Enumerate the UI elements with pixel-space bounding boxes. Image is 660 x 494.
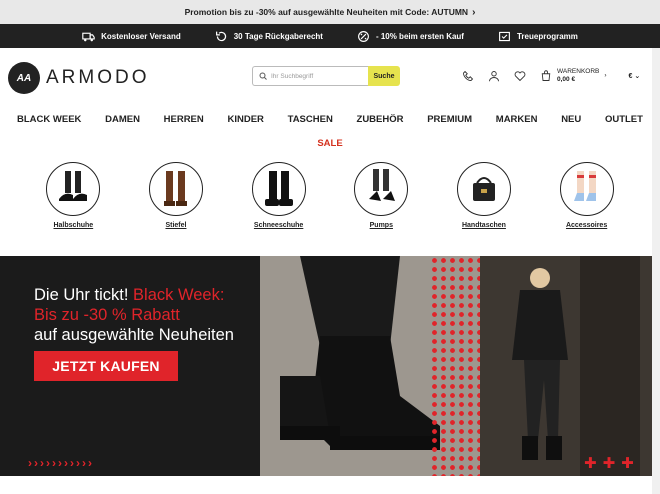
currency-selector[interactable]: € ⌄ — [629, 72, 641, 80]
category-halbschuhe[interactable]: Halbschuhe — [33, 156, 113, 236]
cart-bag-icon — [541, 70, 551, 81]
category-image[interactable] — [456, 162, 511, 216]
discount-icon — [357, 30, 369, 42]
boots-icon — [163, 171, 187, 206]
category-label[interactable]: Accessoires — [566, 222, 607, 229]
category-pumps[interactable]: Pumps — [341, 156, 421, 236]
logo[interactable]: AA ARMODO — [8, 62, 150, 94]
benefit-label: Kostenloser Versand — [101, 31, 181, 41]
category-image[interactable] — [251, 162, 306, 216]
chevron-right-icon: › — [472, 6, 476, 18]
return-icon — [215, 31, 226, 41]
loyalty-icon — [499, 31, 510, 41]
headline-white: Die Uhr tickt! — [34, 286, 134, 304]
socks-icon — [573, 171, 596, 201]
pumps-icon — [369, 169, 396, 201]
logo-mark-icon: AA — [8, 62, 40, 94]
shop-now-button[interactable]: JETZT KAUFEN — [34, 351, 178, 381]
benefits-bar: Kostenloser Versand 30 Tage Rückgaberech… — [0, 24, 660, 48]
account-icon[interactable] — [488, 70, 500, 82]
model-photo-illustration — [480, 256, 652, 476]
category-label[interactable]: Pumps — [370, 222, 393, 229]
category-image[interactable] — [46, 162, 101, 216]
nav-item-marken[interactable]: MARKEN — [496, 114, 538, 125]
cross-decoration-icon: ✚✚✚ — [584, 455, 640, 472]
phone-icon[interactable] — [462, 70, 474, 82]
search-button[interactable]: Suche — [368, 66, 400, 86]
headline-subtext: auf ausgewählte Neuheiten — [34, 326, 234, 344]
hero-banner[interactable]: Die Uhr tickt! Black Week: Bis zu -30 % … — [0, 256, 652, 476]
nav-item-damen[interactable]: DAMEN — [105, 114, 140, 125]
category-image[interactable] — [148, 162, 203, 216]
benefit-shipping: Kostenloser Versand — [82, 30, 181, 43]
nav-item-neu[interactable]: NEU — [561, 114, 581, 125]
banner-photo-model — [480, 256, 652, 476]
category-handtaschen[interactable]: Handtaschen — [444, 156, 524, 236]
promo-bar[interactable]: Promotion bis zu -30% auf ausgewählte Ne… — [0, 0, 660, 24]
category-label[interactable]: Handtaschen — [462, 222, 506, 229]
search-icon — [259, 72, 267, 80]
category-label[interactable]: Halbschuhe — [53, 222, 93, 229]
nav-item-sale[interactable]: SALE — [0, 130, 660, 156]
nav-item-black-week[interactable]: BLACK WEEK — [17, 114, 81, 125]
benefit-label: 30 Tage Rückgaberecht — [233, 31, 323, 41]
currency-label: € — [628, 72, 633, 80]
category-label[interactable]: Schneeschuhe — [254, 222, 303, 229]
header-icons: WARENKORB 0,00 € › € ⌄ — [462, 68, 640, 84]
category-label[interactable]: Stiefel — [165, 222, 186, 229]
main-nav: BLACK WEEK DAMEN HERREN KINDER TASCHEN Z… — [0, 108, 660, 130]
benefit-loyalty: Treueprogramm — [498, 30, 578, 43]
search-form: Ihr Suchbegriff Suche — [252, 66, 400, 86]
benefit-label: Treueprogramm — [516, 31, 578, 41]
headline-red: Black Week: — [133, 286, 225, 304]
category-image[interactable] — [559, 162, 614, 216]
search-input[interactable]: Ihr Suchbegriff — [252, 66, 368, 86]
chevron-right-icon: › — [604, 71, 607, 79]
nav-item-kinder[interactable]: KINDER — [227, 114, 263, 125]
scrollbar[interactable] — [652, 48, 660, 494]
chevron-down-icon: ⌄ — [634, 72, 641, 80]
loafer-shoe-icon — [59, 171, 88, 201]
nav-item-herren[interactable]: HERREN — [164, 114, 204, 125]
category-accessoires[interactable]: Accessoires — [547, 156, 627, 236]
benefit-label: - 10% beim ersten Kauf — [375, 31, 464, 41]
category-schneeschuhe[interactable]: Schneeschuhe — [239, 156, 319, 236]
promo-text[interactable]: Promotion bis zu -30% auf ausgewählte Ne… — [185, 7, 469, 17]
category-circles: Halbschuhe Stiefel Schneeschuhe Pumps Ha… — [0, 156, 660, 236]
truck-icon — [82, 32, 95, 41]
category-stiefel[interactable]: Stiefel — [136, 156, 216, 236]
cart-total: 0,00 € — [557, 75, 576, 83]
benefit-returns: 30 Tage Rückgaberecht — [215, 30, 323, 43]
cart-button[interactable]: WARENKORB 0,00 € › — [540, 68, 607, 84]
handbag-icon — [472, 177, 495, 201]
nav-item-zubehoer[interactable]: ZUBEHÖR — [357, 114, 404, 125]
search-placeholder: Ihr Suchbegriff — [271, 72, 314, 80]
headline-discount: Bis zu -30 % Rabatt — [34, 306, 180, 324]
nav-item-taschen[interactable]: TASCHEN — [288, 114, 333, 125]
chevron-right-icon: ››››››››››› — [28, 456, 94, 470]
category-image[interactable] — [354, 162, 409, 216]
snow-boots-icon — [264, 171, 293, 206]
cart-label: WARENKORB — [557, 68, 600, 75]
nav-item-outlet[interactable]: OUTLET — [605, 114, 643, 125]
site-header: AA ARMODO Ihr Suchbegriff Suche WARENKOR… — [0, 48, 660, 108]
page-content-below — [0, 476, 652, 494]
benefit-discount: - 10% beim ersten Kauf — [357, 30, 464, 43]
nav-item-premium[interactable]: PREMIUM — [427, 114, 472, 125]
banner-headline: Die Uhr tickt! Black Week: Bis zu -30 % … — [34, 285, 234, 345]
logo-text: ARMODO — [46, 67, 150, 88]
wishlist-heart-icon[interactable] — [514, 70, 526, 82]
